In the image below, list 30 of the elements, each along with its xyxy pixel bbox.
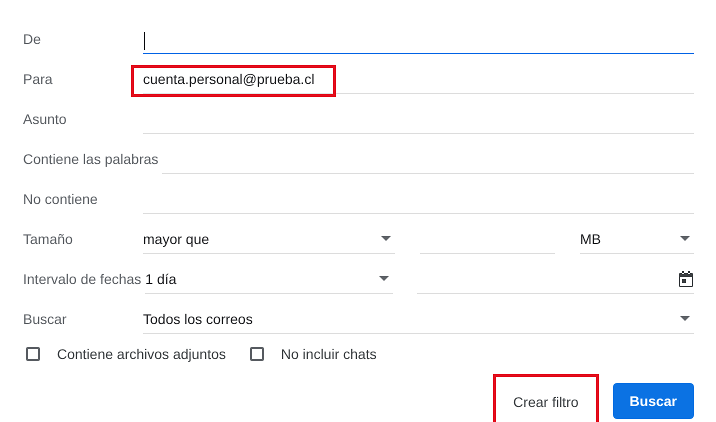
field-label: Buscar: [23, 310, 68, 329]
field-label: No contiene: [23, 190, 99, 209]
field-label: Para: [23, 70, 54, 89]
dropdown-arrow-icon: [379, 276, 390, 281]
checkbox-label: Contiene archivos adjuntos: [57, 346, 226, 362]
dropdown-value: Todos los correos: [143, 310, 253, 326]
checkbox-label: No incluir chats: [280, 346, 377, 362]
checkbox[interactable]: [26, 347, 40, 361]
create-filter-button[interactable]: Crear filtro: [503, 384, 589, 420]
field-value: cuenta.personal@prueba.cl: [143, 70, 314, 86]
field-label: Contiene las palabras: [23, 150, 158, 169]
dropdown-value: MB: [580, 230, 601, 246]
dropdown-value: mayor que: [143, 230, 210, 246]
search-button[interactable]: Buscar: [612, 383, 694, 419]
field-label: Tamaño: [23, 230, 74, 249]
dropdown[interactable]: MB: [580, 224, 694, 254]
dropdown[interactable]: mayor que: [143, 224, 395, 254]
text-cursor: [144, 32, 145, 50]
input-field[interactable]: cuenta.personal@prueba.cl: [143, 64, 694, 94]
dropdown[interactable]: Todos los correos: [143, 304, 694, 334]
field-label: De: [23, 30, 42, 49]
dropdown-arrow-icon: [680, 236, 690, 241]
field-label: Intervalo de fechas: [23, 270, 142, 289]
calendar-icon[interactable]: [678, 270, 694, 288]
dropdown-arrow-icon: [680, 316, 690, 321]
dropdown[interactable]: 1 día: [145, 264, 394, 294]
dropdown-value: 1 día: [145, 270, 176, 286]
checkbox[interactable]: [250, 347, 264, 361]
dropdown-arrow-icon: [381, 236, 391, 241]
field-label: Asunto: [23, 110, 68, 129]
